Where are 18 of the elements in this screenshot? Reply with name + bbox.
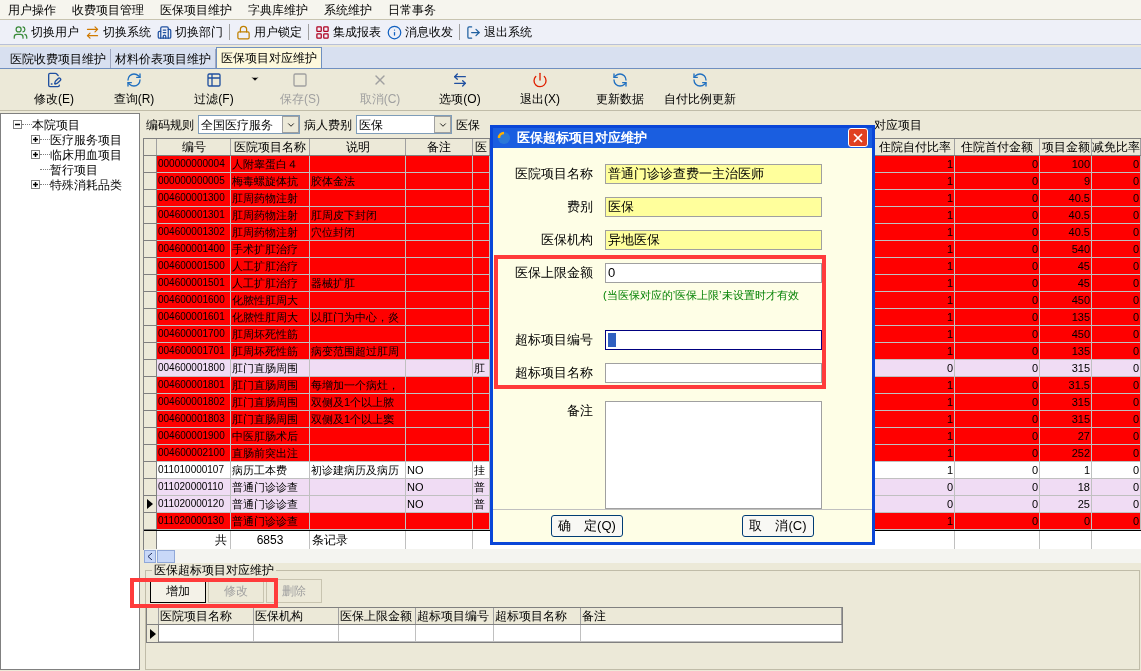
field-label: 超标项目编号 [514,331,593,350]
table-cell: 0 [1040,513,1092,530]
field-label: 医院项目名称 [514,164,593,183]
hint-text: (当医保对应的’医保上限’未设置时才有效 [603,287,800,303]
table-cell: 0 [1092,513,1141,530]
table-cell: 011020000130 [157,513,231,530]
filter-label: 对应项目 [874,116,922,134]
field-label: 病人费别 [304,116,352,134]
group-title: 医保超标项目对应维护 [152,563,276,577]
field-label: 医保上限金额 [514,263,593,282]
dialog-title: 医保超标项目对应维护 [517,129,648,148]
field-label: 编码规则 [146,116,194,134]
field-label: 医保机构 [540,230,593,249]
field-label: 备注 [566,402,593,421]
field-label: 医保 [456,116,480,134]
field-label: 费别 [566,197,593,216]
table-cell: 普通门诊诊查 [231,513,310,530]
table-cell: 0 [955,513,1040,530]
